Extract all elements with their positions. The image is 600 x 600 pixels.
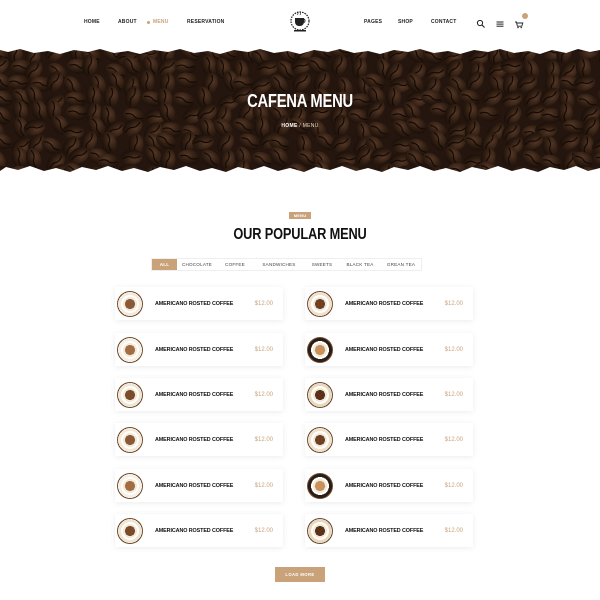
cart-icon[interactable]	[514, 13, 528, 29]
menu-item-card[interactable]: AMERICANO ROSTED COFFEE $12.00	[115, 287, 283, 320]
coffee-cup-thumbnail	[117, 426, 143, 453]
section-tag: MENU	[289, 212, 311, 219]
search-icon[interactable]	[476, 16, 486, 28]
menu-item-card[interactable]: AMERICANO ROSTED COFFEE $12.00	[115, 469, 283, 502]
menu-item-price: $12.00	[254, 391, 273, 398]
coffee-cup-thumbnail	[307, 336, 333, 363]
menu-item-card[interactable]: AMERICANO ROSTED COFFEE $12.00	[115, 423, 283, 456]
menu-item-card[interactable]: AMERICANO ROSTED COFFEE $12.00	[305, 287, 473, 320]
menu-item-name: AMERICANO ROSTED COFFEE	[155, 346, 234, 353]
coffee-cup-thumbnail	[117, 336, 143, 363]
menu-item-name: AMERICANO ROSTED COFFEE	[345, 482, 424, 489]
tab-grean-tea[interactable]: GREAN TEA	[381, 259, 421, 270]
hamburger-menu-icon[interactable]	[495, 16, 505, 27]
menu-item-name: AMERICANO ROSTED COFFEE	[155, 527, 234, 534]
menu-item-price: $12.00	[444, 482, 463, 489]
menu-filter-tabs: ALL CHOCOLATE COFFEE SANDWICHES SWEETS B…	[151, 258, 422, 271]
menu-item-price: $12.00	[444, 391, 463, 398]
primary-nav-right: PAGES SHOP CONTACT	[364, 19, 465, 25]
menu-item-name: AMERICANO ROSTED COFFEE	[345, 436, 424, 443]
menu-item-card[interactable]: AMERICANO ROSTED COFFEE $12.00	[115, 514, 283, 547]
coffee-cup-logo-icon	[290, 11, 310, 32]
coffee-cup-thumbnail	[307, 472, 333, 499]
menu-item-card[interactable]: AMERICANO ROSTED COFFEE $12.00	[305, 514, 473, 547]
page-hero-banner: CAFENA MENU HOME / MENU	[0, 46, 600, 174]
section-title: OUR POPULAR MENU	[233, 226, 367, 243]
coffee-cup-thumbnail	[117, 381, 143, 408]
coffee-cup-thumbnail	[307, 290, 333, 317]
menu-item-name: AMERICANO ROSTED COFFEE	[345, 527, 424, 534]
tab-sweets[interactable]: SWEETS	[305, 259, 339, 270]
breadcrumb-current: MENU	[302, 123, 319, 129]
cafena-logo[interactable]	[286, 10, 314, 34]
tab-black-tea[interactable]: BLACK TEA	[339, 259, 381, 270]
menu-item-price: $12.00	[254, 527, 273, 534]
coffee-cup-thumbnail	[307, 426, 333, 453]
site-header: HOME ABOUT MENU RESERVATION PAGES SHOP C…	[0, 0, 600, 46]
menu-item-name: AMERICANO ROSTED COFFEE	[155, 391, 234, 398]
page-title: CAFENA MENU	[247, 91, 353, 111]
menu-item-price: $12.00	[444, 300, 463, 307]
tab-all[interactable]: ALL	[152, 259, 177, 270]
nav-link-menu[interactable]: MENU	[147, 19, 187, 25]
nav-link-pages[interactable]: PAGES	[364, 19, 398, 25]
menu-item-card[interactable]: AMERICANO ROSTED COFFEE $12.00	[305, 469, 473, 502]
menu-item-price: $12.00	[444, 346, 463, 353]
menu-item-name: AMERICANO ROSTED COFFEE	[345, 300, 424, 307]
menu-item-card[interactable]: AMERICANO ROSTED COFFEE $12.00	[115, 333, 283, 366]
breadcrumb-home-link[interactable]: HOME	[281, 123, 297, 129]
breadcrumb-separator: /	[299, 123, 301, 129]
nav-link-about[interactable]: ABOUT	[118, 19, 147, 25]
menu-item-name: AMERICANO ROSTED COFFEE	[345, 391, 424, 398]
cart-count-badge	[522, 13, 528, 19]
coffee-cup-thumbnail	[117, 290, 143, 317]
menu-item-price: $12.00	[254, 346, 273, 353]
coffee-cup-thumbnail	[117, 517, 143, 544]
active-dot-icon	[147, 20, 150, 24]
nav-link-contact[interactable]: CONTACT	[431, 19, 465, 25]
header-actions	[476, 13, 528, 29]
load-more-button[interactable]: LOAD MORE	[275, 567, 325, 582]
nav-link-home[interactable]: HOME	[84, 19, 118, 25]
breadcrumb: HOME / MENU	[0, 123, 600, 129]
nav-link-shop[interactable]: SHOP	[398, 19, 431, 25]
menu-item-card[interactable]: AMERICANO ROSTED COFFEE $12.00	[115, 378, 283, 411]
menu-item-name: AMERICANO ROSTED COFFEE	[155, 300, 234, 307]
menu-item-name: AMERICANO ROSTED COFFEE	[345, 346, 424, 353]
menu-item-price: $12.00	[254, 436, 273, 443]
menu-item-name: AMERICANO ROSTED COFFEE	[155, 436, 234, 443]
menu-item-price: $12.00	[444, 436, 463, 443]
coffee-cup-thumbnail	[307, 517, 333, 544]
tab-coffee[interactable]: COFFEE	[217, 259, 253, 270]
menu-item-price: $12.00	[254, 482, 273, 489]
menu-item-card[interactable]: AMERICANO ROSTED COFFEE $12.00	[305, 423, 473, 456]
menu-item-name: AMERICANO ROSTED COFFEE	[155, 482, 234, 489]
nav-link-reservation[interactable]: RESERVATION	[187, 19, 227, 25]
menu-item-card[interactable]: AMERICANO ROSTED COFFEE $12.00	[305, 378, 473, 411]
menu-item-price: $12.00	[444, 527, 463, 534]
menu-item-card[interactable]: AMERICANO ROSTED COFFEE $12.00	[305, 333, 473, 366]
primary-nav-left: HOME ABOUT MENU RESERVATION	[84, 19, 227, 25]
menu-item-price: $12.00	[254, 300, 273, 307]
coffee-cup-thumbnail	[117, 472, 143, 499]
coffee-cup-thumbnail	[307, 381, 333, 408]
tab-chocolate[interactable]: CHOCOLATE	[177, 259, 217, 270]
tab-sandwiches[interactable]: SANDWICHES	[253, 259, 305, 270]
